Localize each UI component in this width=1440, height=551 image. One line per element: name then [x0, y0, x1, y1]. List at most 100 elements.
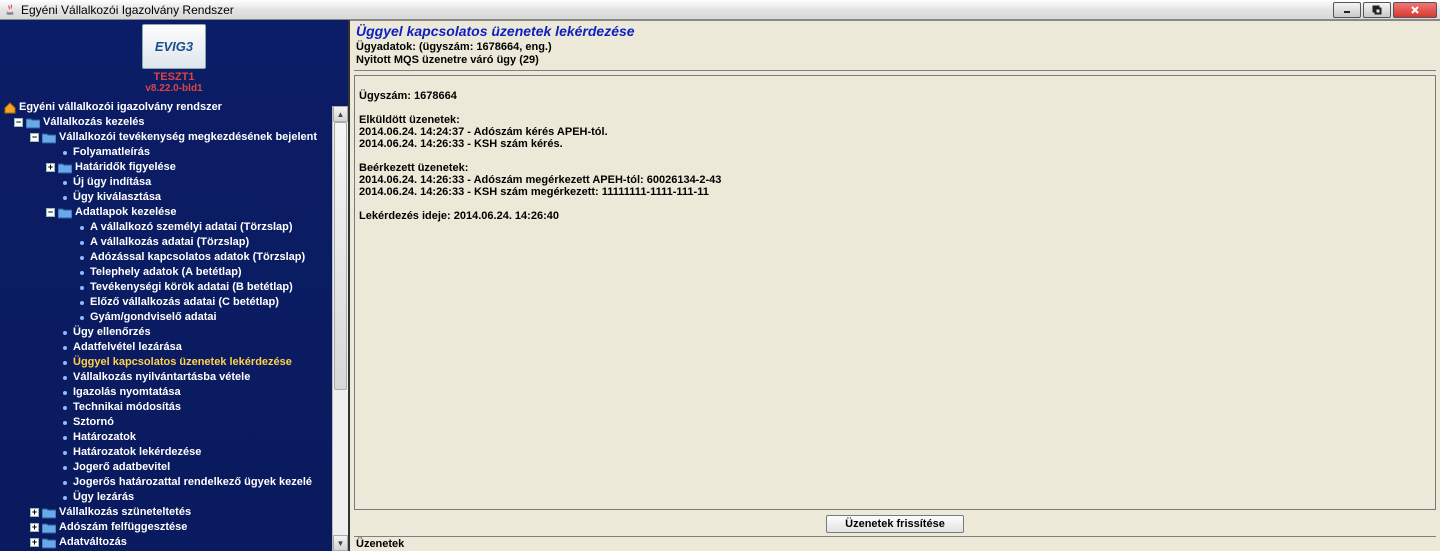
folder-open-icon: [42, 132, 56, 144]
sidebar: EVIG3 TESZT1 v8.22.0-bld1 Egyéni vállalk…: [0, 20, 350, 551]
tree-label: Folyamatleírás: [73, 145, 150, 160]
bullet-icon: [63, 451, 67, 455]
collapse-icon[interactable]: −: [14, 118, 23, 127]
scroll-thumb[interactable]: [334, 122, 347, 390]
tree-item[interactable]: Igazolás nyomtatása: [4, 385, 348, 400]
tree-label: Adatfelvétel lezárása: [73, 340, 182, 355]
tree-root-label: Egyéni vállalkozói igazolvány rendszer: [19, 100, 222, 115]
msg-ugyszam: Ügyszám: 1678664: [359, 90, 457, 102]
tree-adatvaltozas[interactable]: + Adatváltozás: [4, 535, 348, 550]
tree-item[interactable]: Telephely adatok (A betétlap): [4, 265, 348, 280]
sent-line: 2014.06.24. 14:24:37 - Adószám kérés APE…: [359, 126, 608, 138]
tree-item[interactable]: Ügy ellenőrzés: [4, 325, 348, 340]
scroll-down-button[interactable]: ▼: [333, 535, 348, 551]
minimize-button[interactable]: [1333, 2, 1361, 18]
tree-item[interactable]: Jogerős határozattal rendelkező ügyek ke…: [4, 475, 348, 490]
tree-label: Új ügy indítása: [73, 175, 151, 190]
folder-icon: [42, 507, 56, 519]
tree-label: Adatváltozás: [59, 535, 127, 550]
content-header: Üggyel kapcsolatos üzenetek lekérdezése …: [350, 21, 1440, 68]
bullet-icon: [63, 481, 67, 485]
tree-vallalkozas-kezeles[interactable]: − Vállalkozás kezelés: [4, 115, 348, 130]
collapse-icon[interactable]: −: [30, 133, 39, 142]
tree-item[interactable]: Előző vállalkozás adatai (C betétlap): [4, 295, 348, 310]
tree-hataridok[interactable]: + Határidők figyelése: [4, 160, 348, 175]
expand-icon[interactable]: +: [46, 163, 55, 172]
tree-item[interactable]: Technikai módosítás: [4, 400, 348, 415]
tree-label: Ügy ellenőrzés: [73, 325, 151, 340]
expand-icon[interactable]: +: [30, 508, 39, 517]
tree-label: Adószám felfüggesztése: [59, 520, 187, 535]
expand-icon[interactable]: +: [30, 538, 39, 547]
bullet-icon: [80, 301, 84, 305]
tree-adoszam-felf[interactable]: + Adószám felfüggesztése: [4, 520, 348, 535]
tree-item[interactable]: Vállalkozás nyilvántartásba vétele: [4, 370, 348, 385]
folder-icon: [42, 522, 56, 534]
tree-label: Vállalkozói tevékenység megkezdésének be…: [59, 130, 317, 145]
tree-item[interactable]: Tevékenységi körök adatai (B betétlap): [4, 280, 348, 295]
version-label-2: v8.22.0-bld1: [0, 83, 348, 94]
tree-folyamatleiras[interactable]: Folyamatleírás: [4, 145, 348, 160]
bullet-icon: [80, 271, 84, 275]
tree-label: Ügy lezárás: [73, 490, 134, 505]
folder-open-icon: [58, 207, 72, 219]
bullet-icon: [63, 406, 67, 410]
case-number: 1678664: [476, 41, 519, 53]
tree-item[interactable]: Jogerő adatbevitel: [4, 460, 348, 475]
tree-vall-szunet[interactable]: + Vállalkozás szüneteltetés: [4, 505, 348, 520]
tree-item-active[interactable]: Üggyel kapcsolatos üzenetek lekérdezése: [4, 355, 348, 370]
scroll-up-button[interactable]: ▲: [333, 106, 348, 122]
case-info-prefix: Ügyadatok: (ügyszám:: [356, 41, 476, 53]
maximize-button[interactable]: [1363, 2, 1391, 18]
bullet-icon: [80, 256, 84, 260]
expand-icon[interactable]: +: [30, 523, 39, 532]
button-row: Üzenetek frissítése: [350, 515, 1440, 533]
tree-label: A vállalkozó személyi adatai (Törzslap): [90, 220, 293, 235]
received-label: Beérkezett üzenetek:: [359, 162, 468, 174]
close-button[interactable]: [1393, 2, 1437, 18]
tree-root[interactable]: Egyéni vállalkozói igazolvány rendszer: [4, 100, 348, 115]
tree-item[interactable]: Gyám/gondviselő adatai: [4, 310, 348, 325]
tree-item[interactable]: Sztornó: [4, 415, 348, 430]
collapse-icon[interactable]: −: [46, 208, 55, 217]
bullet-icon: [80, 226, 84, 230]
bullet-icon: [63, 496, 67, 500]
tree-label: Jogerő adatbevitel: [73, 460, 170, 475]
folder-icon: [58, 162, 72, 174]
tree-label: Adatlapok kezelése: [75, 205, 177, 220]
tree-item[interactable]: A vállalkozás adatai (Törzslap): [4, 235, 348, 250]
case-info: Ügyadatok: (ügyszám: 1678664, eng.): [356, 41, 1434, 53]
tree-label: Tevékenységi körök adatai (B betétlap): [90, 280, 293, 295]
tree-item[interactable]: Adózással kapcsolatos adatok (Törzslap): [4, 250, 348, 265]
tree-item[interactable]: Határozatok lekérdezése: [4, 445, 348, 460]
tree-tev-megkezd[interactable]: − Vállalkozói tevékenység megkezdésének …: [4, 130, 348, 145]
tree-label: Határozatok lekérdezése: [73, 445, 201, 460]
tree-label: Technikai módosítás: [73, 400, 181, 415]
window-title: Egyéni Vállalkozói Igazolvány Rendszer: [21, 3, 1333, 17]
tree-ugy-kivalasztasa[interactable]: Ügy kiválasztása: [4, 190, 348, 205]
bullet-icon: [63, 151, 67, 155]
tree-item[interactable]: A vállalkozó személyi adatai (Törzslap): [4, 220, 348, 235]
home-icon: [4, 102, 16, 114]
folder-icon: [42, 537, 56, 549]
tree-label: Vállalkozás szüneteltetés: [59, 505, 191, 520]
app-logo: EVIG3: [142, 24, 206, 69]
sidebar-scrollbar[interactable]: ▲ ▼: [332, 106, 348, 551]
nav-tree[interactable]: Egyéni vállalkozói igazolvány rendszer −…: [0, 98, 348, 551]
tree-adatlapok[interactable]: − Adatlapok kezelése: [4, 205, 348, 220]
titlebar: Egyéni Vállalkozói Igazolvány Rendszer: [0, 0, 1440, 20]
bullet-icon: [63, 346, 67, 350]
received-line: 2014.06.24. 14:26:33 - KSH szám megérkez…: [359, 186, 709, 198]
tree-item[interactable]: Adatfelvétel lezárása: [4, 340, 348, 355]
tree-item[interactable]: Határozatok: [4, 430, 348, 445]
tree-label: Vállalkozás kezelés: [43, 115, 145, 130]
tree-label: Sztornó: [73, 415, 114, 430]
content-area: Üggyel kapcsolatos üzenetek lekérdezése …: [350, 20, 1440, 551]
tree-label: Gyám/gondviselő adatai: [90, 310, 217, 325]
received-line: 2014.06.24. 14:26:33 - Adószám megérkeze…: [359, 174, 721, 186]
scroll-track[interactable]: [333, 122, 348, 535]
bullet-icon: [80, 316, 84, 320]
tree-item[interactable]: Ügy lezárás: [4, 490, 348, 505]
tree-uj-ugy[interactable]: Új ügy indítása: [4, 175, 348, 190]
refresh-messages-button[interactable]: Üzenetek frissítése: [826, 515, 964, 533]
